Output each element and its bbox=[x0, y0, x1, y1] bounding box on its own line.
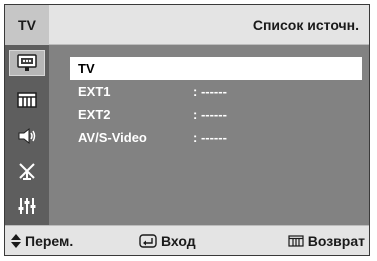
return-hint: Возврат bbox=[288, 226, 365, 255]
move-label: Перем. bbox=[25, 232, 74, 249]
menu-header: TV Список источн. bbox=[5, 5, 369, 45]
source-value: : ------ bbox=[193, 84, 227, 99]
osd-menu-window: TV Список источн. TV EXT1: ------ EXT2 … bbox=[4, 4, 370, 256]
source-name: EXT2 bbox=[78, 107, 111, 122]
source-item-ext2[interactable]: EXT2 : ------ bbox=[70, 103, 362, 126]
source-name: AV/S-Video bbox=[78, 130, 147, 145]
up-down-arrow-icon bbox=[11, 233, 21, 248]
source-name: EXT1 bbox=[78, 84, 111, 99]
picture-icon[interactable] bbox=[9, 87, 45, 113]
return-label: Возврат bbox=[307, 232, 365, 249]
footer-hint-bar: Перем. Вход Возврат bbox=[5, 225, 369, 255]
setup-icon[interactable] bbox=[9, 193, 45, 219]
tv-menu-tab[interactable]: TV bbox=[5, 5, 49, 45]
enter-label: Вход bbox=[161, 232, 196, 249]
sound-icon[interactable] bbox=[9, 123, 45, 149]
source-name: TV bbox=[78, 61, 95, 76]
source-value: : ------ bbox=[193, 107, 227, 122]
source-list-panel: TV EXT1 : ------ EXT2 : ------ AV/S-Vide… bbox=[49, 45, 369, 227]
source-item-av-svideo[interactable]: AV/S-Video : ------ bbox=[70, 126, 362, 149]
page-title: Список источн. bbox=[252, 17, 359, 33]
move-hint: Перем. bbox=[11, 226, 73, 255]
source-item-ext1[interactable]: EXT1 : ------ bbox=[70, 80, 362, 103]
return-menu-icon bbox=[288, 234, 304, 247]
enter-hint: Вход bbox=[139, 226, 196, 255]
channel-antenna-icon[interactable] bbox=[9, 158, 45, 184]
source-item-tv[interactable]: TV bbox=[70, 57, 362, 80]
input-source-icon[interactable] bbox=[9, 50, 45, 76]
source-value: : ------ bbox=[193, 130, 227, 145]
enter-icon bbox=[139, 233, 157, 248]
sidebar bbox=[5, 45, 49, 227]
